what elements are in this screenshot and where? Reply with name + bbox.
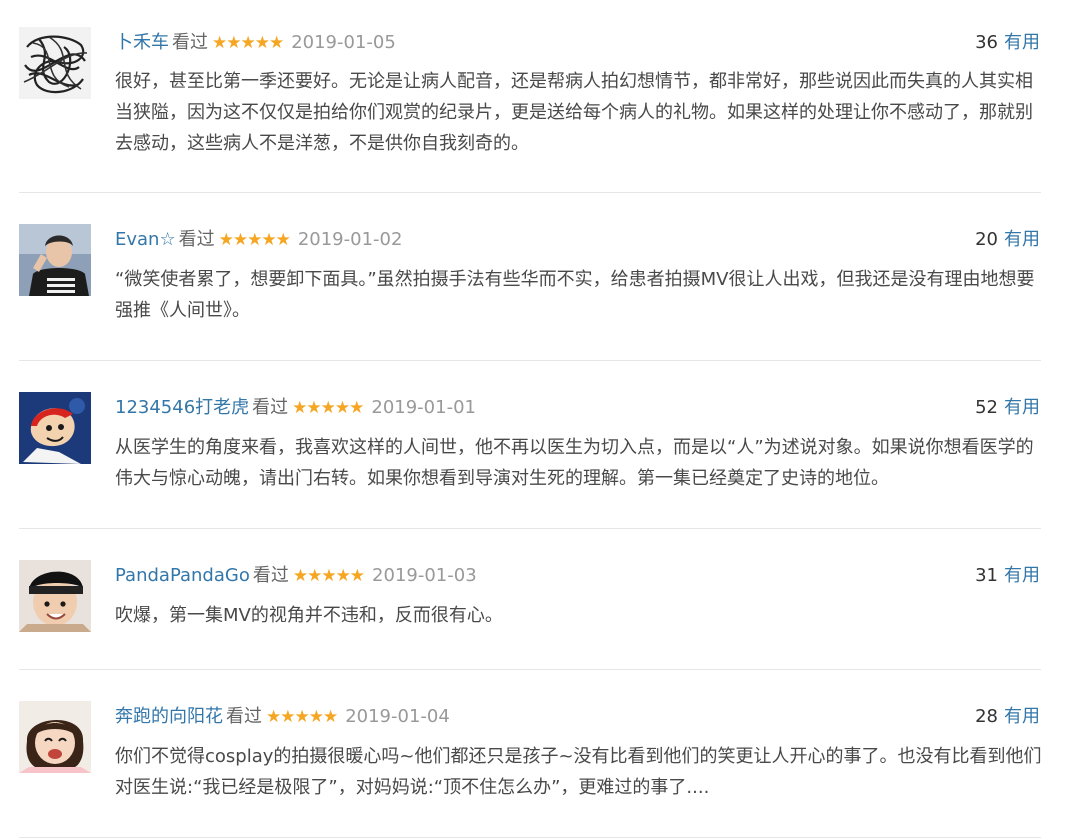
comment-meta: 奔跑的向阳花 看过 ★★★★★ 2019-01-04 28 有用 (115, 705, 1040, 729)
avatar[interactable] (19, 224, 91, 296)
useful-button[interactable]: 有用 (1004, 229, 1040, 250)
comment-date: 2019-01-03 (372, 565, 477, 586)
comment-text: 很好，甚至比第一季还要好。无论是让病人配音，还是帮病人拍幻想情节，都非常好，那些… (115, 71, 1033, 154)
vote-count: 31 (975, 565, 998, 586)
vote-area: 28 有用 (975, 705, 1040, 729)
comment-date: 2019-01-04 (345, 706, 450, 727)
vote-count: 28 (975, 706, 998, 727)
comment-meta: PandaPandaGo 看过 ★★★★★ 2019-01-03 31 有用 (115, 564, 1040, 588)
cartoon-avatar-icon (19, 392, 91, 464)
author-link[interactable]: 1234546打老虎 (115, 397, 249, 418)
useful-button[interactable]: 有用 (1004, 32, 1040, 53)
useful-button[interactable]: 有用 (1004, 397, 1040, 418)
comment-meta: 1234546打老虎 看过 ★★★★★ 2019-01-01 52 有用 (115, 396, 1040, 420)
child-avatar-icon (19, 560, 91, 632)
comment-meta: 卜禾车 看过 ★★★★★ 2019-01-05 36 有用 (115, 31, 1040, 55)
comment-date: 2019-01-01 (371, 397, 476, 418)
divider (19, 837, 1041, 838)
avatar[interactable] (19, 27, 91, 99)
rating-stars: ★★★★★ (266, 707, 338, 727)
watch-status: 看过 (172, 32, 208, 53)
girl-avatar-icon (19, 701, 91, 773)
watch-status: 看过 (178, 229, 215, 250)
author-link[interactable]: 奔跑的向阳花 (115, 706, 223, 727)
vote-count: 52 (975, 397, 998, 418)
rating-stars: ★★★★★ (212, 33, 284, 53)
watch-status: 看过 (226, 706, 262, 727)
vote-count: 36 (975, 32, 998, 53)
divider (19, 528, 1041, 529)
useful-button[interactable]: 有用 (1004, 706, 1040, 727)
useful-button[interactable]: 有用 (1004, 565, 1040, 586)
rating-stars: ★★★★★ (292, 398, 364, 418)
comment-date: 2019-01-05 (291, 32, 396, 53)
comment-meta: Evan☆ 看过 ★★★★★ 2019-01-02 20 有用 (115, 228, 1040, 252)
vote-area: 36 有用 (975, 31, 1040, 55)
vote-area: 31 有用 (975, 564, 1040, 588)
divider (19, 669, 1041, 670)
comment-text: 你们不觉得cosplay的拍摄很暖心吗~他们都还只是孩子~没有比看到他们的笑更让… (115, 746, 1042, 798)
author-link[interactable]: PandaPandaGo (115, 565, 250, 586)
comment-list: 卜禾车 看过 ★★★★★ 2019-01-05 36 有用 很好，甚至比第一季还要好。无… (0, 0, 1080, 839)
scribble-avatar-icon (19, 27, 91, 99)
vote-area: 52 有用 (975, 396, 1040, 420)
rating-stars: ★★★★★ (292, 566, 365, 586)
comment-text: 吹爆，第一集MV的视角并不违和，反而很有心。 (115, 605, 503, 626)
vote-count: 20 (975, 229, 998, 250)
rating-stars: ★★★★★ (218, 230, 291, 250)
author-link[interactable]: Evan☆ (115, 229, 176, 250)
comment-text: “微笑使者累了，想要卸下面具。”虽然拍摄手法有些华而不实，给患者拍摄MV很让人出… (115, 269, 1035, 321)
avatar[interactable] (19, 701, 91, 773)
watch-status: 看过 (252, 397, 289, 418)
comment-text: 从医学生的角度来看，我喜欢这样的人间世，他不再以医生为切入点，而是以“人”为述说… (115, 437, 1034, 489)
boy-avatar-icon (19, 224, 91, 296)
vote-area: 20 有用 (975, 228, 1040, 252)
avatar[interactable] (19, 392, 91, 464)
avatar[interactable] (19, 560, 91, 632)
divider (19, 360, 1041, 361)
comment-date: 2019-01-02 (297, 229, 403, 250)
divider (19, 192, 1041, 193)
author-link[interactable]: 卜禾车 (115, 32, 169, 53)
watch-status: 看过 (252, 565, 289, 586)
